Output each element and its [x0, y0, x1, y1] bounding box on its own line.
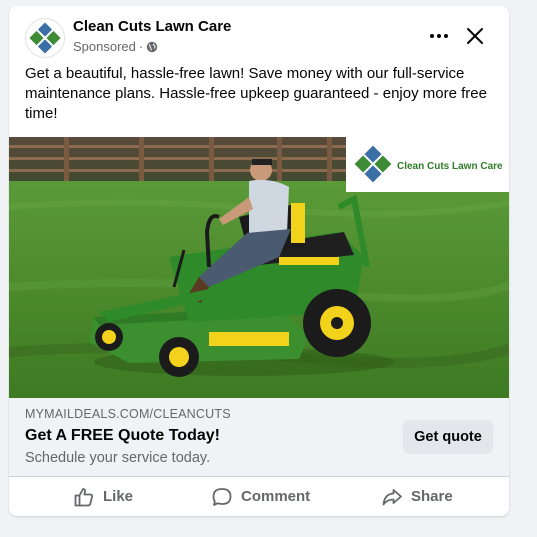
close-button[interactable]: [461, 22, 489, 50]
link-headline: Get A FREE Quote Today!: [25, 427, 220, 444]
share-arrow-icon: [382, 488, 402, 505]
meta-separator: ·: [138, 39, 144, 54]
link-description: Schedule your service today.: [25, 450, 211, 466]
ad-image[interactable]: Clean Cuts Lawn Care: [9, 137, 509, 398]
thumbs-up-icon: [74, 487, 93, 506]
page-avatar[interactable]: [25, 18, 65, 58]
sponsored-label[interactable]: Sponsored: [73, 39, 136, 54]
globe-icon: [146, 41, 158, 53]
post-actions: Like Comment Share: [9, 477, 509, 516]
link-preview[interactable]: MYMAILDEALS.COM/CLEANCUTS Get A FREE Quo…: [9, 398, 509, 476]
comment-button[interactable]: Comment: [211, 477, 310, 516]
share-button[interactable]: Share: [381, 477, 453, 516]
badge-logo-text: Clean Cuts Lawn Care: [397, 161, 503, 172]
get-quote-button[interactable]: Get quote: [403, 420, 493, 454]
post-header: Clean Cuts Lawn Care Sponsored ·: [9, 6, 509, 62]
lawn-mower-photo: Clean Cuts Lawn Care: [9, 137, 509, 398]
close-icon: [467, 28, 483, 44]
more-options-button[interactable]: [423, 22, 455, 50]
post-meta: Sponsored ·: [73, 39, 158, 54]
link-domain: MYMAILDEALS.COM/CLEANCUTS: [25, 407, 231, 421]
more-options-icon: [430, 34, 448, 38]
share-label: Share: [411, 488, 453, 505]
post-body-text: Get a beautiful, hassle-free lawn! Save …: [25, 65, 487, 122]
like-button[interactable]: Like: [73, 477, 133, 516]
comment-bubble-icon: [212, 487, 232, 506]
comment-label: Comment: [241, 488, 311, 505]
diamond-logo-icon: [29, 22, 61, 54]
sponsored-post-card: Clean Cuts Lawn Care Sponsored · Get a b…: [9, 6, 509, 516]
page-name[interactable]: Clean Cuts Lawn Care: [73, 18, 231, 35]
like-label: Like: [103, 488, 134, 505]
